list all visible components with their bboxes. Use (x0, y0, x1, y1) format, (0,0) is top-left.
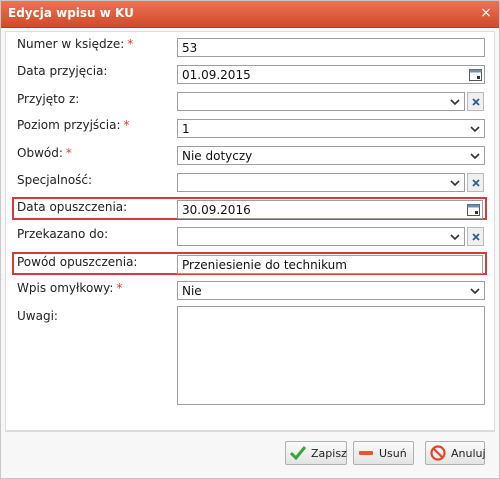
poziom-label: Poziom przyjścia: * (17, 118, 130, 132)
numer-label: Numer w księdze: * (17, 37, 134, 51)
close-icon[interactable]: × (479, 6, 493, 20)
wpis-label: Wpis omyłkowy: * (17, 281, 123, 295)
chevron-down-icon[interactable] (446, 93, 464, 110)
dialog-title: Edycja wpisu w KU (8, 6, 134, 20)
title-bar[interactable]: Edycja wpisu w KU × (1, 1, 499, 28)
przekazano-select[interactable] (177, 227, 465, 246)
przekazano-clear-icon[interactable] (467, 227, 484, 246)
required-mark: * (65, 146, 72, 160)
edit-entry-dialog: Edycja wpisu w KU × Numer w księdze: * 53… (0, 0, 500, 479)
chevron-down-icon[interactable] (466, 282, 484, 299)
check-icon (290, 445, 306, 461)
wpis-select[interactable]: Nie (177, 281, 485, 300)
required-mark: * (123, 118, 130, 132)
required-mark: * (116, 281, 123, 295)
chevron-down-icon[interactable] (466, 147, 484, 164)
uwagi-label: Uwagi: (17, 309, 58, 323)
calendar-icon[interactable] (469, 68, 482, 81)
przekazano-label: Przekazano do: (17, 227, 109, 241)
cancel-button[interactable]: Anuluj (425, 441, 486, 465)
specjalnosc-clear-icon[interactable] (467, 173, 484, 192)
data-opuszczenia-label: Data opuszczenia: (17, 200, 128, 214)
footer-divider (5, 431, 495, 432)
minus-icon (358, 445, 374, 461)
powod-label: Powód opuszczenia: (17, 255, 138, 269)
data-opuszczenia-input[interactable]: 30.09.2016 (177, 200, 483, 219)
chevron-down-icon[interactable] (446, 174, 464, 191)
data-przyjecia-input[interactable]: 01.09.2015 (177, 65, 485, 84)
chevron-down-icon[interactable] (446, 228, 464, 245)
required-mark: * (127, 37, 134, 51)
obwod-label: Obwód: * (17, 146, 72, 160)
przyjeto-select[interactable] (177, 92, 465, 111)
powod-input[interactable]: Przeniesienie do technikum (177, 255, 483, 274)
uwagi-textarea[interactable] (177, 306, 485, 405)
save-button[interactable]: Zapisz (285, 441, 347, 465)
poziom-select[interactable]: 1 (177, 119, 485, 138)
przyjeto-clear-icon[interactable] (467, 92, 484, 111)
chevron-down-icon[interactable] (466, 120, 484, 137)
przyjeto-label: Przyjęto z: (17, 92, 80, 106)
specjalnosc-label: Specjalność: (17, 173, 93, 187)
calendar-icon[interactable] (467, 203, 480, 216)
obwod-select[interactable]: Nie dotyczy (177, 146, 485, 165)
numer-input[interactable]: 53 (177, 38, 485, 57)
no-entry-icon (430, 445, 446, 461)
delete-button[interactable]: Usuń (353, 441, 414, 465)
specjalnosc-select[interactable] (177, 173, 465, 192)
data-przyjecia-label: Data przyjęcia: (17, 64, 108, 78)
